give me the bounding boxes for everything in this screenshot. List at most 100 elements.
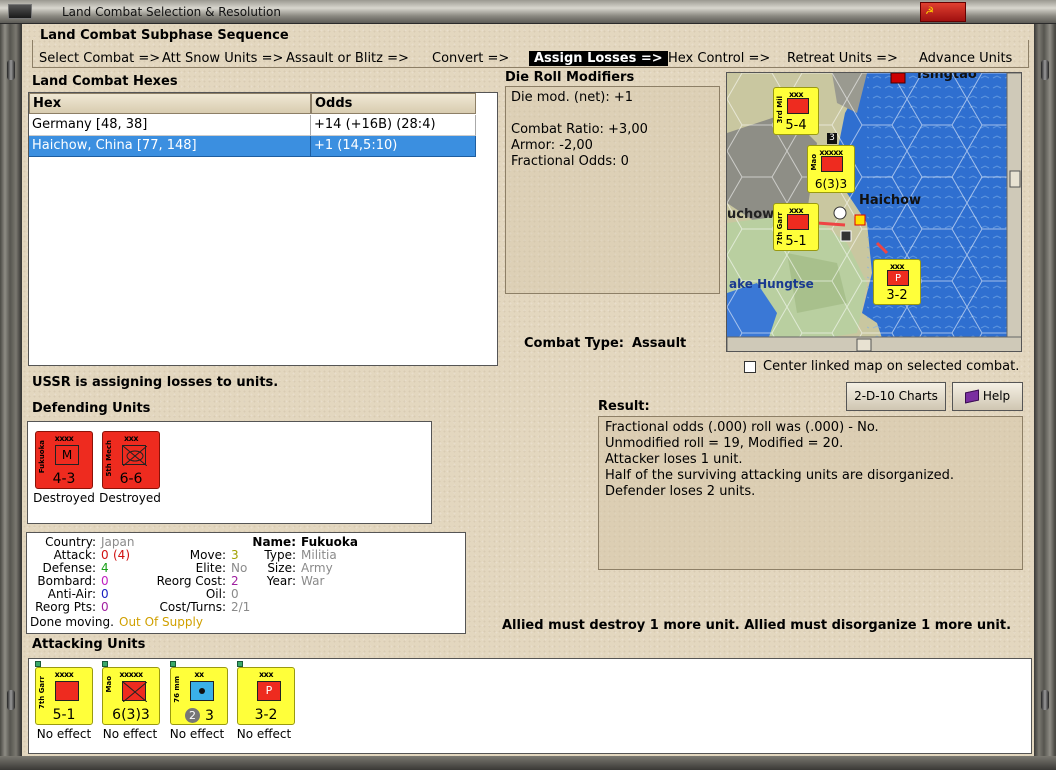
- move-value: 3: [231, 548, 239, 562]
- book-icon: [964, 389, 979, 404]
- done-moving-key: Done moving.: [30, 615, 114, 629]
- frame-right: [1034, 24, 1056, 770]
- mech-infantry-symbol-icon: [122, 445, 148, 467]
- phase-att-snow-units: Att Snow Units =>: [162, 51, 284, 66]
- unit-strength: 3-2: [254, 707, 278, 723]
- elite-key: Elite:: [195, 561, 226, 575]
- phase-assault-or-blitz: Assault or Blitz =>: [286, 51, 409, 66]
- reorg-cost-value: 2: [231, 574, 239, 588]
- oil-key: Oil:: [205, 587, 226, 601]
- unit-status: No effect: [36, 727, 92, 741]
- frame-bolt: [7, 690, 15, 710]
- close-button[interactable]: ☭: [920, 2, 966, 22]
- map-label-haichow: Haichow: [859, 193, 922, 208]
- attacking-unit-partisan[interactable]: xxx P 3-2: [237, 667, 295, 725]
- cost-turns-key: Cost/Turns:: [159, 600, 226, 614]
- unit-name: Mao: [810, 154, 818, 171]
- result-line: Defender loses 2 units.: [605, 484, 756, 499]
- map-label-uchow: uchow: [727, 207, 775, 222]
- attacking-title: Attacking Units: [32, 637, 146, 652]
- hexes-table[interactable]: Hex Odds Germany [48, 38] +14 (+16B) (28…: [28, 92, 498, 366]
- col-header-odds[interactable]: Odds: [311, 93, 476, 114]
- type-value: Militia: [301, 548, 337, 562]
- reorg-pts-key: Reorg Pts:: [35, 600, 96, 614]
- frame-bolt: [1041, 690, 1049, 710]
- status-text: USSR is assigning losses to units.: [32, 375, 279, 390]
- unit-strength: 3-2: [886, 288, 908, 303]
- charts-button[interactable]: 2-D-10 Charts: [846, 382, 946, 411]
- name-value: Fukuoka: [301, 535, 358, 549]
- unit-name: Mao: [105, 676, 113, 693]
- reorg-cost-key: Reorg Cost:: [156, 574, 226, 588]
- phase-advance-units: Advance Units: [919, 51, 1013, 66]
- defense-key: Defense:: [42, 561, 96, 575]
- attack-key: Attack:: [53, 548, 96, 562]
- help-button[interactable]: Help: [952, 382, 1023, 411]
- fractional-odds: Fractional Odds: 0: [511, 154, 629, 169]
- country-key: Country:: [45, 535, 96, 549]
- map-label-hungtse: ake Hungtse: [729, 277, 814, 291]
- map-unit-7th-garr[interactable]: xxx 7th Garr 5-1: [773, 203, 819, 251]
- map-label-tsingtao: Tsingtao: [915, 72, 977, 82]
- center-map-checkbox[interactable]: [744, 361, 756, 373]
- size-value: Army: [301, 561, 333, 575]
- hammer-sickle-icon: ☭: [925, 6, 934, 17]
- hexes-title: Land Combat Hexes: [32, 74, 178, 89]
- linked-map[interactable]: Tsingtao Haichow uchow ake Hungtse xxx 3…: [726, 72, 1022, 352]
- garrison-symbol-icon: [787, 214, 809, 230]
- unit-name: 7th Garr: [38, 676, 46, 710]
- type-key: Type:: [264, 548, 296, 562]
- garrison-symbol-icon: [55, 681, 79, 701]
- partisan-symbol-icon: P: [257, 681, 281, 701]
- combat-type-value: Assault: [632, 336, 687, 351]
- defense-value: 4: [101, 561, 109, 575]
- unit-status: Destroyed: [99, 491, 161, 505]
- attacking-unit-76mm[interactable]: xx 76 mm 2 3: [170, 667, 228, 725]
- phase-assign-losses-active: Assign Losses =>: [529, 51, 668, 66]
- map-unit-3rd-mil[interactable]: xxx 3rd Mil 5-4: [773, 87, 819, 135]
- col-header-hex[interactable]: Hex: [29, 93, 311, 114]
- unit-strength: 6-6: [119, 471, 143, 487]
- militia-symbol-icon: M: [55, 445, 79, 465]
- antiair-value: 0: [101, 587, 109, 601]
- map-unit-mao[interactable]: xxxxx Mao 6(3)3: [807, 145, 855, 193]
- unit-size: xxx: [259, 670, 273, 679]
- table-row-selected[interactable]: Haichow, China [77, 148] +1 (14,5:10): [29, 136, 476, 157]
- table-row[interactable]: Germany [48, 38] +14 (+16B) (28:4): [29, 115, 476, 136]
- map-unit-partisan[interactable]: xxx P 3-2: [873, 259, 921, 305]
- unit-name: 76 mm: [173, 676, 181, 703]
- bombard-value: 0: [101, 574, 109, 588]
- supply-status: Out Of Supply: [119, 615, 203, 629]
- window-menu-icon[interactable]: [8, 4, 32, 19]
- unit-name: Fukuoka: [38, 440, 46, 474]
- unit-strength: 5-1: [52, 707, 76, 723]
- die-roll-title: Die Roll Modifiers: [505, 70, 635, 85]
- country-value: Japan: [101, 535, 135, 549]
- year-key: Year:: [266, 574, 296, 588]
- attack-value-max: (4): [113, 548, 130, 562]
- attacking-unit-mao[interactable]: xxxxx Mao 6(3)3: [102, 667, 160, 725]
- unit-status: No effect: [169, 727, 225, 741]
- result-title: Result:: [598, 399, 650, 414]
- unit-strength: 6(3)3: [814, 177, 848, 191]
- map-stack-badge: 3: [827, 133, 837, 144]
- artillery-symbol-icon: [190, 681, 214, 701]
- attacking-unit-7th-garr[interactable]: xxxx 7th Garr 5-1: [35, 667, 93, 725]
- unit-strength: 3: [205, 708, 214, 724]
- title-bar[interactable]: Land Combat Selection & Resolution ☭: [0, 0, 1056, 24]
- size-key: Size:: [267, 561, 296, 575]
- antiair-key: Anti-Air:: [47, 587, 96, 601]
- defending-unit-5th-mech[interactable]: xxx 5th Mech 6-6: [102, 431, 160, 489]
- combat-ratio: Combat Ratio: +3,00: [511, 122, 648, 137]
- die-mod-net: Die mod. (net): +1: [511, 90, 634, 105]
- defending-unit-fukuoka[interactable]: xxxx Fukuoka M 4-3: [35, 431, 93, 489]
- unit-status: No effect: [236, 727, 292, 741]
- cell-hex: Germany [48, 38]: [29, 115, 311, 136]
- result-line: Half of the surviving attacking units ar…: [605, 468, 955, 483]
- militia-symbol-icon: [787, 98, 809, 114]
- attack-value: 0: [101, 548, 109, 562]
- unit-strength: 6(3)3: [112, 707, 150, 723]
- infantry-symbol-icon: [821, 156, 843, 172]
- disorganized-badge: 2: [185, 708, 200, 723]
- reorg-pts-value: 0: [101, 600, 109, 614]
